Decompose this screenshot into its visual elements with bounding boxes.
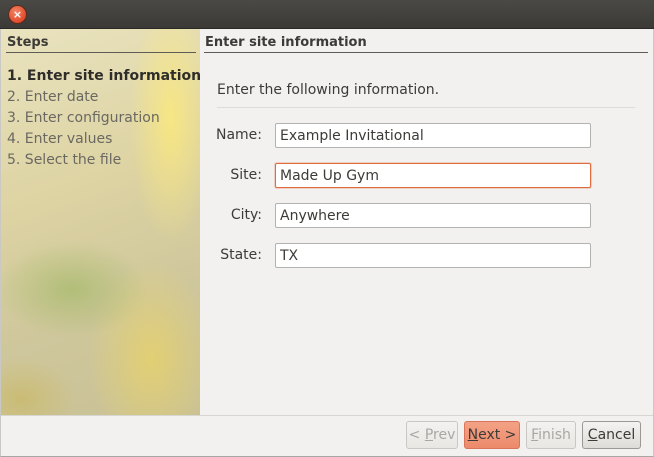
step-enter-values: 4. Enter values [7, 131, 113, 147]
button-bar-divider [1, 415, 653, 416]
next-button[interactable]: Next > [464, 421, 520, 449]
state-label: State: [220, 247, 262, 263]
prev-button[interactable]: < Prev [406, 421, 458, 449]
step-select-the-file: 5. Select the file [7, 152, 122, 168]
step-content-panel: Enter site information Enter the followi… [200, 29, 654, 415]
site-label: Site: [230, 167, 262, 183]
site-field[interactable] [275, 163, 591, 188]
close-window-button[interactable]: × [9, 6, 26, 23]
wizard-window: Steps 1. Enter site information 2. Enter… [0, 29, 654, 457]
city-field[interactable] [275, 203, 591, 228]
close-icon: × [12, 8, 23, 21]
finish-label: inish [538, 427, 571, 443]
steps-divider [6, 52, 196, 53]
prev-arrow: < [408, 427, 425, 443]
title-bar: × [0, 0, 654, 29]
cancel-mnemonic: C [587, 427, 598, 443]
step-enter-configuration: 3. Enter configuration [7, 110, 160, 126]
instruction-text: Enter the following information. [217, 82, 440, 98]
step-enter-site-information: 1. Enter site information [7, 68, 200, 84]
step-enter-date: 2. Enter date [7, 89, 99, 105]
cancel-button[interactable]: Cancel [582, 421, 641, 449]
finish-button[interactable]: Finish [526, 421, 576, 449]
city-label: City: [230, 207, 262, 223]
name-label: Name: [215, 127, 262, 143]
instruction-divider [217, 107, 635, 108]
prev-mnemonic: P [424, 427, 434, 443]
steps-sidebar: Steps 1. Enter site information 2. Enter… [1, 29, 200, 415]
title-divider [204, 52, 648, 53]
page-title: Enter site information [205, 35, 367, 50]
next-label: ext > [478, 427, 517, 443]
cancel-label: ancel [597, 427, 636, 443]
state-field[interactable] [275, 243, 591, 268]
steps-list: 1. Enter site information 2. Enter date … [7, 66, 200, 171]
name-field[interactable] [275, 123, 591, 148]
next-mnemonic: N [467, 427, 479, 443]
prev-label: rev [433, 427, 456, 443]
steps-heading: Steps [7, 35, 49, 50]
